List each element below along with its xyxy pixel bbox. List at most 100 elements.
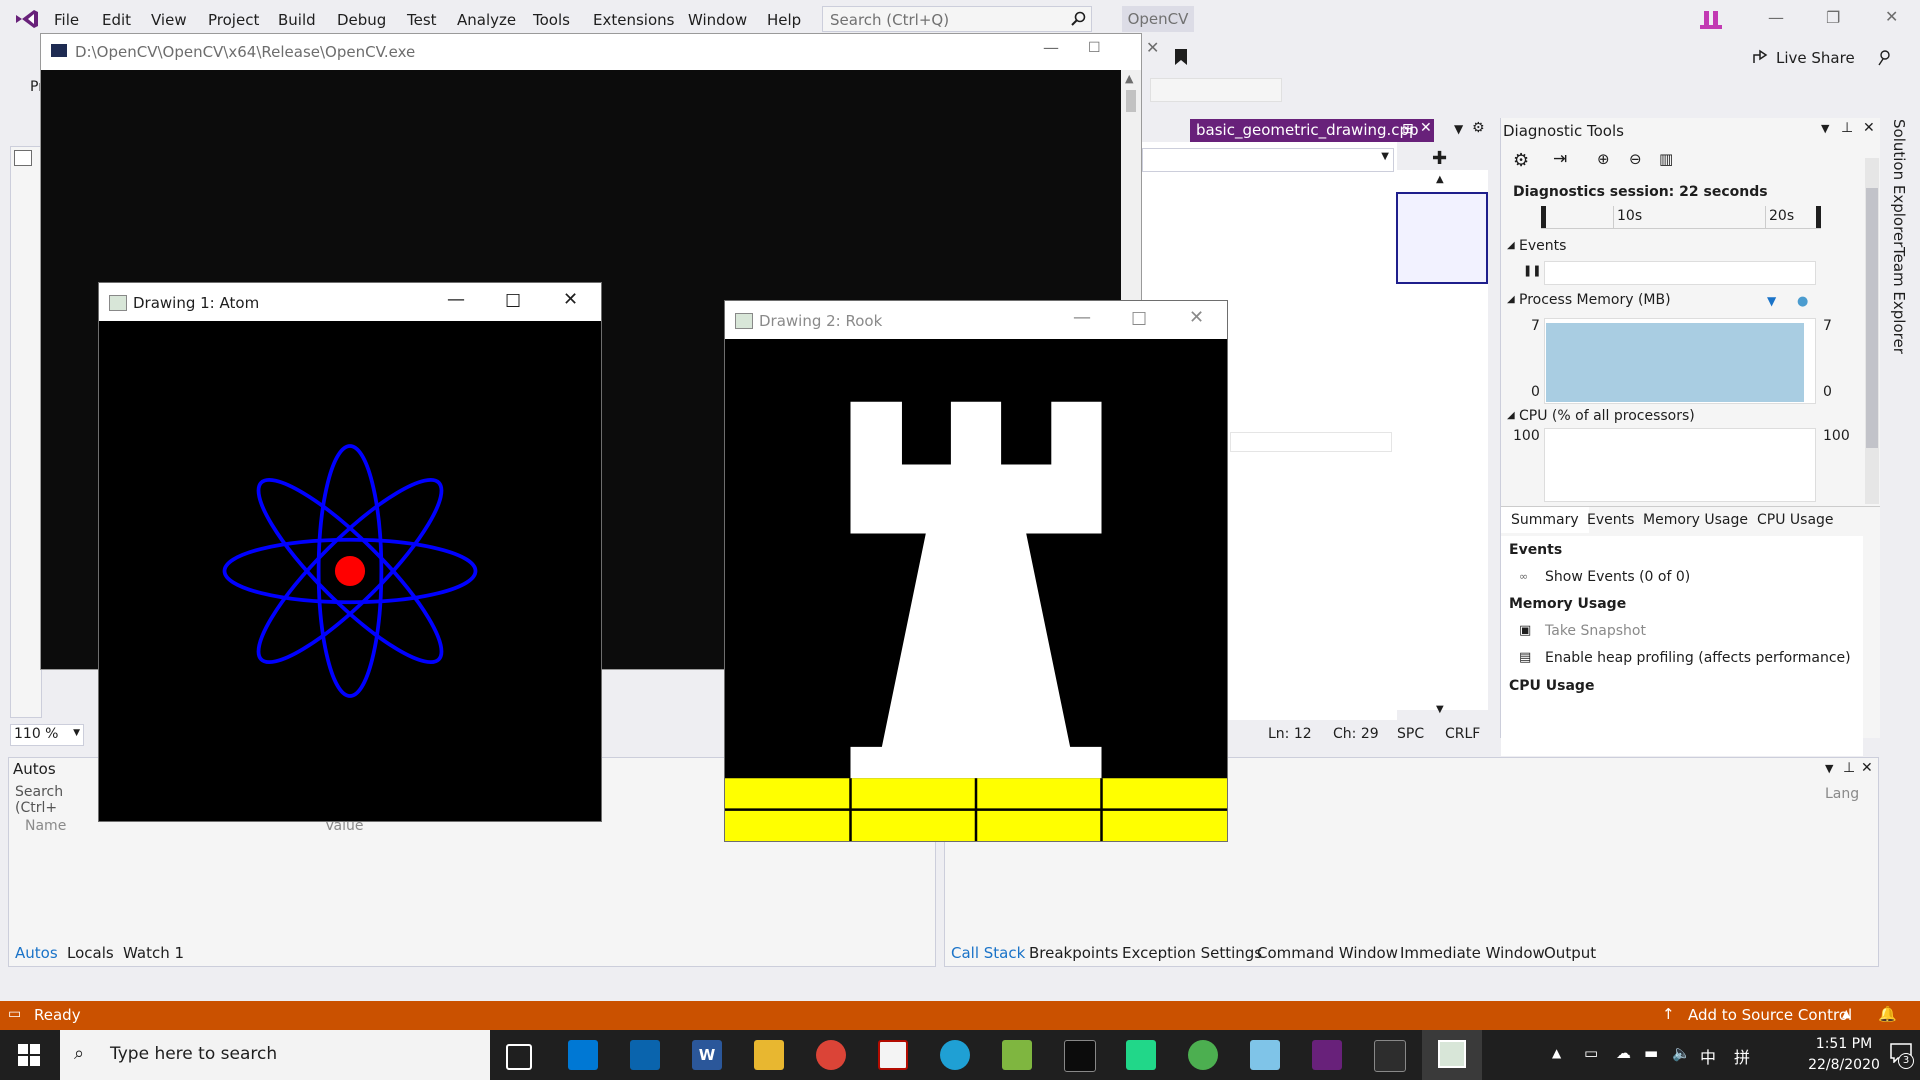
battery-icon[interactable]: ▬ xyxy=(1644,1044,1658,1062)
tab-command-window[interactable]: Command Window xyxy=(1257,944,1398,962)
panel-menu-icon[interactable]: ▼ xyxy=(1825,762,1833,775)
app-icon[interactable] xyxy=(1002,1040,1032,1070)
tab-memory-usage[interactable]: Memory Usage xyxy=(1643,512,1748,528)
rook-minimize-button[interactable]: — xyxy=(1073,307,1091,328)
cpu-chart[interactable] xyxy=(1544,428,1816,502)
pdf-reader-icon[interactable] xyxy=(878,1040,908,1070)
file-explorer-icon[interactable] xyxy=(754,1040,784,1070)
col-name[interactable]: Name xyxy=(25,818,66,834)
action-center-icon[interactable]: 3 xyxy=(1890,1043,1914,1069)
menu-help[interactable]: Help xyxy=(767,11,801,29)
ime-mode-icon[interactable]: 拼 xyxy=(1734,1044,1750,1068)
menu-build[interactable]: Build xyxy=(278,11,316,29)
collapse-icon[interactable]: ◢ xyxy=(1507,240,1515,251)
volume-icon[interactable]: 🔈 xyxy=(1672,1044,1691,1062)
restore-button[interactable]: ❐ xyxy=(1826,8,1840,27)
menu-edit[interactable]: Edit xyxy=(102,11,131,29)
minimize-button[interactable]: — xyxy=(1768,8,1784,27)
rook-close-button[interactable]: ✕ xyxy=(1189,307,1204,328)
settings-gear-icon[interactable]: ⚙ xyxy=(1513,150,1529,171)
notifications-bell-icon[interactable]: 🔔 xyxy=(1878,1005,1897,1023)
menu-extensions[interactable]: Extensions xyxy=(593,11,674,29)
console-app-icon[interactable] xyxy=(1374,1040,1406,1072)
rook-maximize-button[interactable]: ☐ xyxy=(1131,309,1147,330)
notes-icon[interactable] xyxy=(1250,1040,1280,1070)
zoom-level-dropdown[interactable]: 110 % ▼ xyxy=(10,724,84,746)
collapse-icon[interactable]: ◢ xyxy=(1507,294,1515,305)
opencv-window-taskbar-button[interactable] xyxy=(1422,1030,1482,1080)
show-events-link[interactable]: Show Events (0 of 0) xyxy=(1545,569,1690,585)
timeline-ruler[interactable]: 10s 20s xyxy=(1541,206,1821,229)
atom-minimize-button[interactable]: — xyxy=(447,289,465,310)
zoom-out-icon[interactable]: ⊖ xyxy=(1629,150,1642,168)
memory-chart[interactable] xyxy=(1544,318,1816,404)
microsoft-store-icon[interactable] xyxy=(568,1040,598,1070)
close-panel-icon[interactable]: ✕ xyxy=(1863,120,1875,136)
onedrive-icon[interactable]: ☁ xyxy=(1616,1044,1631,1062)
mail-icon[interactable] xyxy=(630,1040,660,1070)
tab-summary[interactable]: Summary xyxy=(1501,507,1589,533)
maps-icon[interactable] xyxy=(1188,1040,1218,1070)
live-share-button[interactable]: Live Share xyxy=(1776,49,1855,67)
atom-drawing-window[interactable]: Drawing 1: Atom — ☐ ✕ xyxy=(98,282,602,822)
terminal-icon[interactable] xyxy=(1064,1040,1096,1072)
chrome-icon[interactable] xyxy=(816,1040,846,1070)
menu-window[interactable]: Window xyxy=(688,11,747,29)
console-minimize-button[interactable]: — xyxy=(1043,38,1059,57)
live-share-icon[interactable] xyxy=(1752,49,1770,65)
pin-icon[interactable]: ⊥ xyxy=(1841,120,1853,136)
menu-view[interactable]: View xyxy=(151,11,187,29)
tab-call-stack[interactable]: Call Stack xyxy=(951,944,1025,962)
pycharm-icon[interactable] xyxy=(1126,1040,1156,1070)
menu-test[interactable]: Test xyxy=(407,11,437,29)
network-icon[interactable]: ▭ xyxy=(1584,1044,1598,1062)
menu-tools[interactable]: Tools xyxy=(533,11,570,29)
solution-explorer-tab[interactable]: Solution Explorer xyxy=(1890,119,1908,247)
split-editor-icon[interactable]: ✚ xyxy=(1432,148,1447,169)
taskbar-clock[interactable]: 1:51 PM 22/8/2020 xyxy=(1808,1034,1880,1076)
tab-exception-settings[interactable]: Exception Settings xyxy=(1122,944,1262,962)
member-dropdown[interactable]: ▼ xyxy=(1142,148,1394,172)
word-icon[interactable]: W xyxy=(692,1040,722,1070)
timeline-start-handle[interactable] xyxy=(1541,206,1546,228)
take-snapshot-button[interactable]: Take Snapshot xyxy=(1545,623,1646,639)
atom-maximize-button[interactable]: ☐ xyxy=(505,291,521,312)
tab-cpu-usage[interactable]: CPU Usage xyxy=(1757,512,1834,528)
menu-analyze[interactable]: Analyze xyxy=(457,11,516,29)
feedback-icon[interactable] xyxy=(1876,48,1894,66)
scroll-up-icon[interactable]: ▲ xyxy=(1125,72,1133,85)
timeline-end-handle[interactable] xyxy=(1816,206,1821,228)
console-close-button[interactable]: ✕ xyxy=(1146,38,1159,57)
tab-locals[interactable]: Locals xyxy=(67,944,114,962)
team-explorer-tab[interactable]: Team Explorer xyxy=(1890,247,1908,354)
code-minimap[interactable] xyxy=(1396,170,1488,710)
chevron-up-icon[interactable]: ▲ xyxy=(1842,1007,1850,1020)
pin-icon[interactable]: ⊞ xyxy=(1402,121,1414,137)
tab-events[interactable]: Events xyxy=(1587,512,1634,528)
reset-view-icon[interactable]: ▥ xyxy=(1659,150,1673,168)
settings-gear-icon[interactable]: ⚙ xyxy=(1472,120,1485,136)
export-icon[interactable]: ⇥ xyxy=(1553,149,1567,169)
add-to-source-control-button[interactable]: Add to Source Control xyxy=(1688,1006,1852,1024)
taskbar-search-box[interactable]: ⌕ Type here to search xyxy=(60,1030,490,1080)
tab-autos[interactable]: Autos xyxy=(15,944,58,962)
menu-file[interactable]: File xyxy=(54,11,79,29)
scroll-down-icon[interactable]: ▼ xyxy=(1436,704,1444,715)
search-input[interactable]: Search (Ctrl+Q) xyxy=(822,6,1092,32)
console-scroll-thumb[interactable] xyxy=(1126,90,1136,112)
zoom-in-icon[interactable]: ⊕ xyxy=(1597,150,1610,168)
edge-icon[interactable] xyxy=(940,1040,970,1070)
menu-project[interactable]: Project xyxy=(208,11,259,29)
events-track[interactable] xyxy=(1544,261,1816,285)
task-view-icon[interactable] xyxy=(506,1044,532,1070)
tab-basic-geometric-drawing[interactable]: basic_geometric_drawing.cpp ⊞ ✕ xyxy=(1190,119,1434,142)
pause-icon[interactable]: ❚❚ xyxy=(1523,264,1541,277)
start-button-windows-icon[interactable] xyxy=(18,1044,40,1066)
tab-output[interactable]: Output xyxy=(1544,944,1596,962)
show-hidden-icons-icon[interactable]: ▲ xyxy=(1552,1046,1561,1060)
menu-debug[interactable]: Debug xyxy=(337,11,386,29)
atom-close-button[interactable]: ✕ xyxy=(563,289,578,310)
panel-menu-icon[interactable]: ▼ xyxy=(1821,122,1829,135)
diag-scrollbar-thumb[interactable] xyxy=(1866,188,1878,448)
live-share-user-icon[interactable] xyxy=(1700,9,1724,31)
